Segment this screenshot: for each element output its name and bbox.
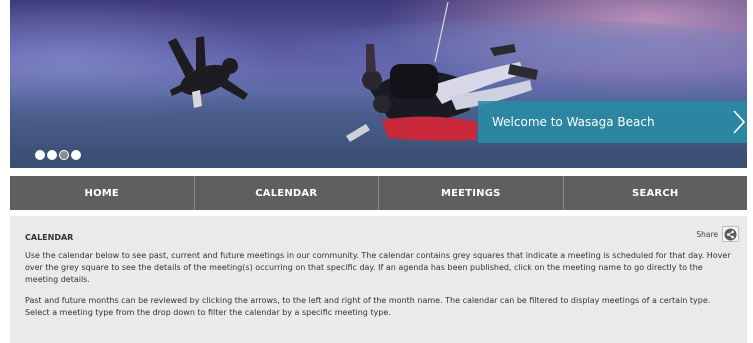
nav-search[interactable]: SEARCH bbox=[564, 176, 748, 210]
calendar-intro-panel: CALENDAR Share Use the calendar below to… bbox=[10, 216, 747, 343]
share-label: Share bbox=[696, 229, 718, 239]
share-icon[interactable] bbox=[722, 226, 739, 242]
main-nav: HOME CALENDAR MEETINGS SEARCH bbox=[10, 176, 747, 210]
slide-dot-1[interactable] bbox=[35, 150, 45, 160]
slide-indicators bbox=[35, 150, 81, 160]
nav-meetings[interactable]: MEETINGS bbox=[379, 176, 564, 210]
nav-calendar[interactable]: CALENDAR bbox=[195, 176, 379, 210]
nav-home[interactable]: HOME bbox=[10, 176, 195, 210]
hero-caption-banner[interactable]: Welcome to Wasaga Beach bbox=[478, 101, 747, 143]
share-button[interactable]: Share bbox=[696, 226, 739, 242]
calendar-instructions-paragraph: Use the calendar below to see past, curr… bbox=[25, 251, 731, 284]
calendar-filter-paragraph: Past and future months can be reviewed b… bbox=[25, 296, 711, 317]
hero-slideshow: Welcome to Wasaga Beach bbox=[10, 0, 747, 168]
slide-dot-3[interactable] bbox=[59, 150, 69, 160]
chevron-right-icon[interactable] bbox=[731, 109, 747, 135]
slide-dot-2[interactable] bbox=[47, 150, 57, 160]
page: Welcome to Wasaga Beach HOME CALENDAR ME… bbox=[0, 0, 753, 343]
hero-caption: Welcome to Wasaga Beach bbox=[492, 115, 655, 129]
page-title: CALENDAR bbox=[25, 233, 74, 242]
slide-dot-4[interactable] bbox=[71, 150, 81, 160]
